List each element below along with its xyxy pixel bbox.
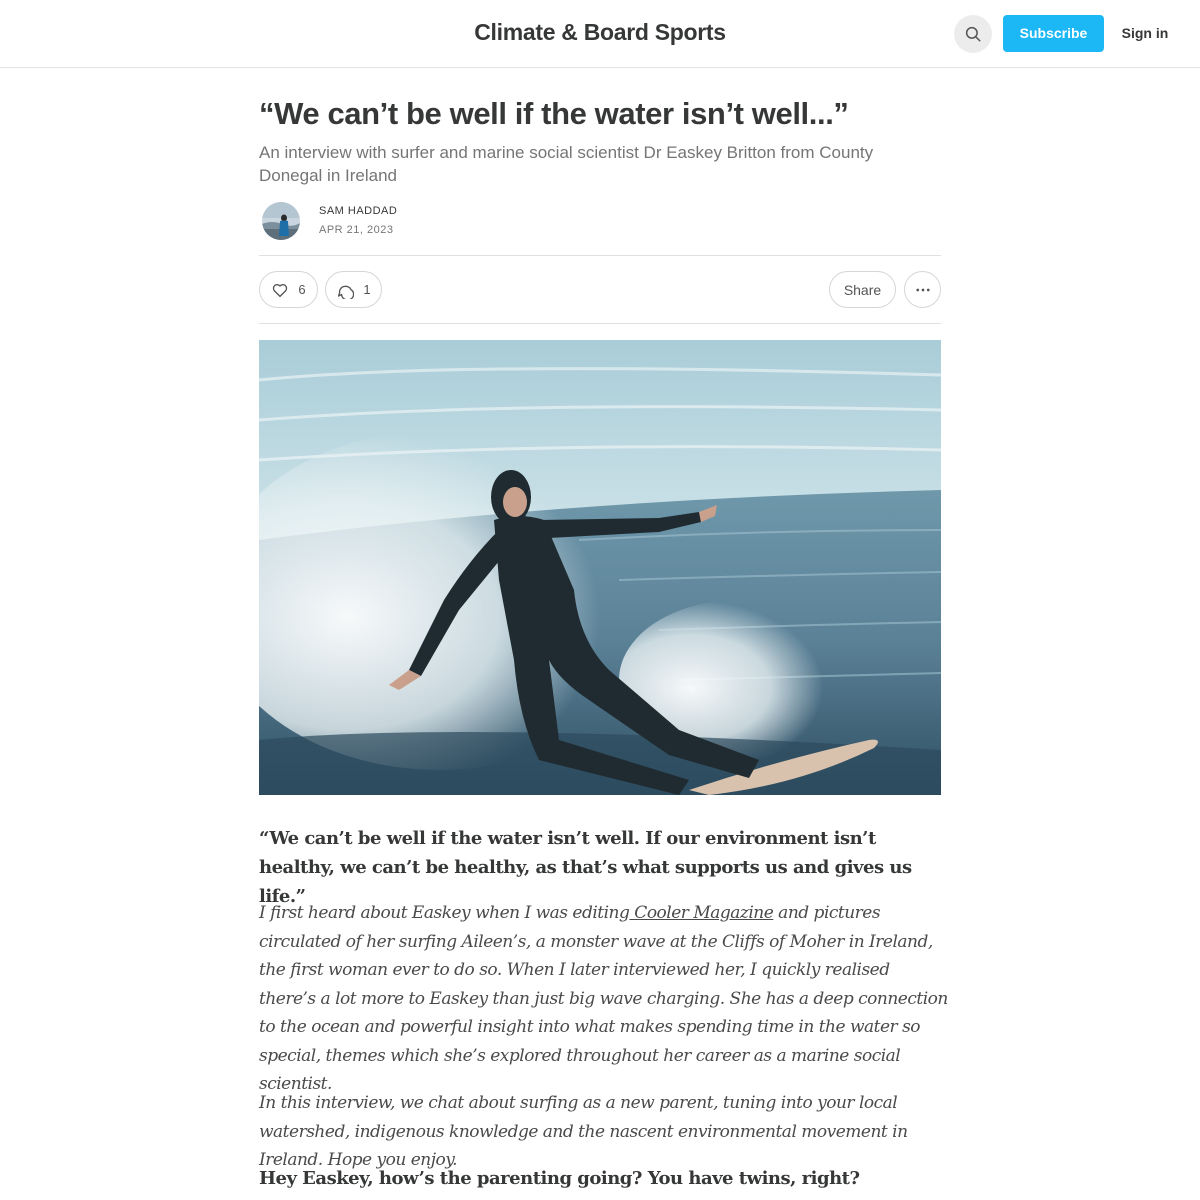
more-options-button[interactable]	[904, 271, 941, 308]
comment-button[interactable]: 1	[325, 271, 382, 308]
post-date: Apr 21, 2023	[319, 224, 394, 236]
intro-text-start: I first heard about Easkey when I was ed…	[259, 903, 630, 923]
like-button[interactable]: 6	[259, 271, 318, 308]
interview-question: Hey Easkey, how’s the parenting going? Y…	[259, 1168, 860, 1189]
intro-text-end: and pictures circulated of her surfing A…	[259, 903, 948, 1094]
search-button[interactable]	[954, 15, 992, 53]
heart-icon	[273, 283, 288, 297]
author-avatar[interactable]	[262, 202, 300, 240]
post-subtitle: An interview with surfer and marine soci…	[259, 143, 874, 185]
pull-quote: “We can’t be well if the water isn’t wel…	[259, 828, 912, 907]
top-navigation-bar: Climate & Board Sports Subscribe Sign in	[0, 0, 1200, 68]
header-divider	[259, 255, 941, 256]
interview-summary-paragraph: In this interview, we chat about surfing…	[259, 1093, 908, 1170]
author-name[interactable]: Sam Haddad	[319, 205, 397, 217]
cooler-magazine-link[interactable]: Cooler Magazine	[629, 903, 773, 923]
comment-icon	[338, 285, 355, 299]
hero-image	[259, 340, 941, 795]
intro-paragraph: I first heard about Easkey when I was ed…	[259, 899, 949, 1099]
share-button[interactable]: Share	[829, 271, 896, 308]
like-count: 6	[298, 282, 306, 297]
comment-count: 1	[363, 282, 371, 297]
actions-divider	[259, 323, 941, 324]
search-icon	[965, 26, 981, 42]
ellipsis-icon	[915, 288, 930, 291]
sign-in-button[interactable]: Sign in	[1114, 15, 1176, 52]
post-title: “We can’t be well if the water isn’t wel…	[259, 96, 849, 131]
subscribe-button[interactable]: Subscribe	[1003, 15, 1104, 52]
